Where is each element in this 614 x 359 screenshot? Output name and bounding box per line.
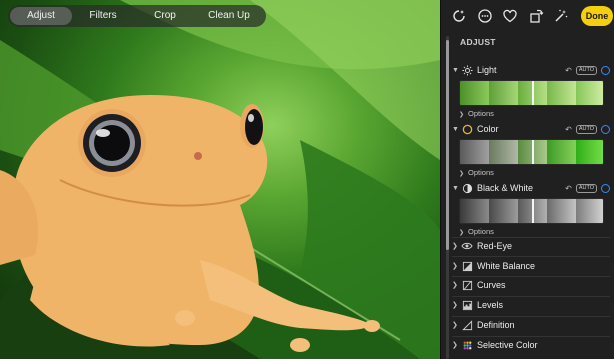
light-options[interactable]: ❯ Options (459, 109, 494, 118)
adjustment-curves[interactable]: ❯ Curves (452, 277, 610, 293)
photo-canvas[interactable]: Adjust Filters Crop Clean Up (0, 0, 440, 359)
adjustment-label: Definition (477, 320, 515, 330)
chevron-down-icon[interactable]: ▼ (452, 185, 460, 192)
done-button[interactable]: Done (581, 6, 613, 26)
chevron-down-icon[interactable]: ▼ (452, 126, 460, 133)
adjustment-label: Black & White (477, 183, 534, 193)
color-preview-strip[interactable] (459, 139, 604, 165)
color-options[interactable]: ❯ Options (459, 168, 494, 177)
tab-clean-up[interactable]: Clean Up (196, 7, 262, 25)
chevron-right-icon[interactable]: ❯ (452, 262, 460, 270)
tab-filters[interactable]: Filters (72, 7, 134, 25)
edit-toolbar: Done (441, 0, 614, 32)
chevron-right-icon[interactable]: ❯ (452, 301, 460, 309)
enable-toggle[interactable] (601, 183, 610, 193)
adjustment-label: Color (477, 124, 499, 134)
adjustment-label: White Balance (477, 261, 536, 271)
tab-adjust[interactable]: Adjust (10, 7, 72, 25)
adjustment-color[interactable]: ▼ Color ↶ AUTO (452, 121, 610, 137)
auto-button[interactable]: AUTO (575, 65, 597, 75)
rotate-icon[interactable] (528, 8, 544, 24)
selective-color-icon (460, 339, 474, 351)
enable-toggle[interactable] (601, 65, 610, 75)
panel-scroll-thumb[interactable] (446, 40, 449, 250)
color-circle-icon (460, 123, 474, 135)
undo-icon[interactable]: ↶ (565, 125, 572, 134)
adjustment-light[interactable]: ▼ Light ↶ AUTO (452, 62, 610, 78)
more-icon[interactable] (477, 8, 493, 24)
auto-button[interactable]: AUTO (575, 124, 597, 134)
adjustment-label: Light (477, 65, 497, 75)
chevron-right-icon[interactable]: ❯ (452, 321, 460, 329)
enhance-icon[interactable] (451, 8, 467, 24)
adjustment-label: Red-Eye (477, 241, 513, 251)
adjust-section-title: ADJUST (460, 37, 496, 47)
half-circle-icon (460, 182, 474, 194)
enable-toggle[interactable] (601, 124, 610, 134)
chevron-right-icon[interactable]: ❯ (452, 242, 460, 250)
chevron-down-icon[interactable]: ▼ (452, 67, 460, 74)
undo-icon[interactable]: ↶ (565, 184, 572, 193)
undo-icon[interactable]: ↶ (565, 66, 572, 75)
black-white-options[interactable]: ❯ Options (459, 227, 494, 236)
definition-icon (460, 319, 474, 331)
sun-icon (460, 64, 474, 76)
black-white-preview-strip[interactable] (459, 198, 604, 224)
adjustment-red-eye[interactable]: ❯ Red-Eye (452, 238, 610, 254)
adjustment-levels[interactable]: ❯ Levels (452, 297, 610, 313)
curves-icon (460, 279, 474, 291)
white-balance-icon (460, 260, 474, 272)
adjustment-black-white[interactable]: ▼ Black & White ↶ AUTO (452, 180, 610, 196)
adjustment-label: Curves (477, 280, 506, 290)
magic-wand-icon[interactable] (553, 8, 569, 24)
chevron-right-icon[interactable]: ❯ (452, 341, 460, 349)
adjustment-label: Selective Color (477, 340, 538, 350)
edit-mode-tabs: Adjust Filters Crop Clean Up (8, 5, 266, 27)
adjustment-selective-color[interactable]: ❯ Selective Color (452, 337, 610, 353)
auto-button[interactable]: AUTO (575, 183, 597, 193)
adjustment-label: Levels (477, 300, 504, 310)
levels-icon (460, 299, 474, 311)
adjustment-definition[interactable]: ❯ Definition (452, 317, 610, 333)
chevron-right-icon[interactable]: ❯ (452, 281, 460, 289)
light-preview-strip[interactable] (459, 80, 604, 106)
favorite-heart-icon[interactable] (502, 8, 518, 24)
eye-icon (460, 240, 474, 252)
tab-crop[interactable]: Crop (134, 7, 196, 25)
frog-photo (0, 0, 440, 359)
adjustment-white-balance[interactable]: ❯ White Balance (452, 258, 610, 274)
